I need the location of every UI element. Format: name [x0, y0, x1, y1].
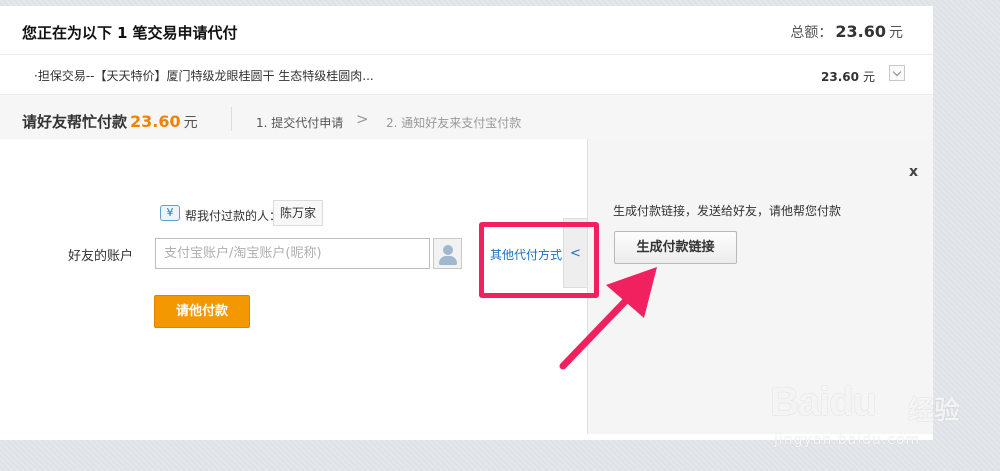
yuan-person-icon: ¥	[160, 205, 180, 221]
help-amount: 23.60	[130, 112, 181, 131]
header-row: 您正在为以下 1 笔交易申请代付 总额： 23.60 元	[0, 6, 933, 55]
item-description: ·担保交易--【天天特价】厦门特级龙眼桂圆干 生态特级桂圆肉...	[34, 69, 374, 83]
total-value: 23.60	[835, 22, 886, 41]
total-amount: 总额： 23.60 元	[790, 22, 903, 41]
help-title: 请好友帮忙付款 23.60 元	[22, 112, 198, 131]
transaction-count: 1	[117, 24, 128, 42]
step-1: 1. 提交代付申请	[256, 116, 344, 130]
generate-link-button[interactable]: 生成付款链接	[614, 231, 737, 264]
chevron-down-icon[interactable]	[889, 65, 905, 81]
transaction-item-row: ·担保交易--【天天特价】厦门特级龙眼桂圆干 生态特级桂圆肉... 23.60 元	[0, 55, 933, 95]
watermark-logo: Baidu	[770, 380, 877, 424]
step-separator: >	[356, 110, 369, 128]
ask-pay-button[interactable]: 请他付款	[154, 295, 250, 328]
divider	[231, 107, 232, 131]
account-input[interactable]	[155, 238, 430, 269]
account-label: 好友的账户	[68, 249, 134, 264]
baidu-jingyan-watermark: Baidu 经验 jingyan.baidu.com	[770, 380, 970, 455]
contact-person-icon[interactable]	[433, 238, 462, 269]
watermark-brand: 经验	[908, 396, 961, 426]
payer-name-chip[interactable]: 陈万家	[273, 200, 324, 226]
link-description: 生成付款链接，发送给好友，请他帮您付款	[613, 204, 842, 218]
help-row: 请好友帮忙付款 23.60 元 1. 提交代付申请 > 2. 通知好友来支付宝付款	[0, 95, 933, 145]
page-title: 您正在为以下 1 笔交易申请代付	[22, 24, 238, 42]
step-2: 2. 通知好友来支付宝付款	[386, 116, 522, 130]
watermark-url: jingyan.baidu.com	[774, 432, 921, 448]
close-icon[interactable]: x	[909, 164, 918, 180]
payer-label: 帮我付过款的人：	[185, 209, 282, 223]
item-amount: 23.60 元	[821, 70, 875, 84]
highlight-annotation	[479, 222, 599, 298]
